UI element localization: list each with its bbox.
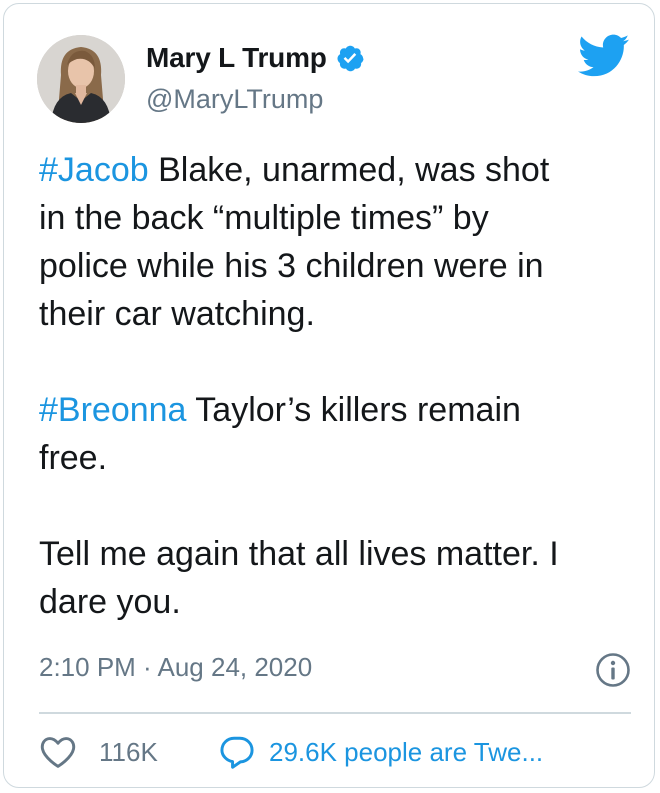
name-row: Mary L Trump [146,38,365,78]
heart-icon [39,735,77,769]
like-button[interactable]: 116K [39,730,158,774]
tweet-paragraph: #Jacob Blake, unarmed, was shot in the ba… [39,146,639,338]
hashtag-link[interactable]: #Breonna [39,391,186,429]
tweet-text-segment: Blake, unarmed, was shot [148,151,550,189]
tweet-timestamp[interactable]: 2:10 PM · Aug 24, 2020 [39,652,312,683]
tweet-text-segment: Tell me again that all lives matter. I [39,535,559,573]
tweet-line: in the back “multiple times” by [39,194,639,242]
tweet-line: free. [39,434,639,482]
avatar[interactable] [37,35,125,123]
tweet-line: #Breonna Taylor’s killers remain [39,386,639,434]
tweet-paragraph: #Breonna Taylor’s killers remain free. [39,386,639,482]
tweet-text-segment: their car watching. [39,295,315,333]
tweet-text: #Jacob Blake, unarmed, was shot in the ba… [39,146,639,626]
speech-bubble-icon [219,735,255,769]
tweet-paragraph: Tell me again that all lives matter. I da… [39,530,639,626]
divider [39,712,631,714]
info-icon[interactable] [595,652,631,688]
verified-badge-icon [335,43,365,73]
display-name[interactable]: Mary L Trump [146,42,327,74]
avatar-image [37,35,125,123]
retweet-people-link[interactable]: 29.6K people are Twe... [219,730,543,774]
tweet-line: their car watching. [39,290,639,338]
tweet-line: Tell me again that all lives matter. I [39,530,639,578]
twitter-bird-icon[interactable] [577,34,630,78]
tweet-text-segment: free. [39,439,108,477]
tweet-text-segment: dare you. [39,583,181,621]
like-count: 116K [99,736,158,767]
tweet-card: Mary L Trump @MaryLTrump #Jacob Blake, u… [3,3,655,788]
hashtag-link[interactable]: #Jacob [39,151,149,189]
tweet-line: #Jacob Blake, unarmed, was shot [39,146,639,194]
tweet-text-segment: police while his 3 children were in [39,247,544,285]
retweet-label: 29.6K people are Twe... [269,736,544,767]
tweet-text-segment: Taylor’s killers remain [186,391,521,429]
tweet-text-segment: in the back “multiple times” by [39,199,489,237]
user-handle[interactable]: @MaryLTrump [146,84,323,115]
tweet-line: dare you. [39,578,639,626]
tweet-line: police while his 3 children were in [39,242,639,290]
